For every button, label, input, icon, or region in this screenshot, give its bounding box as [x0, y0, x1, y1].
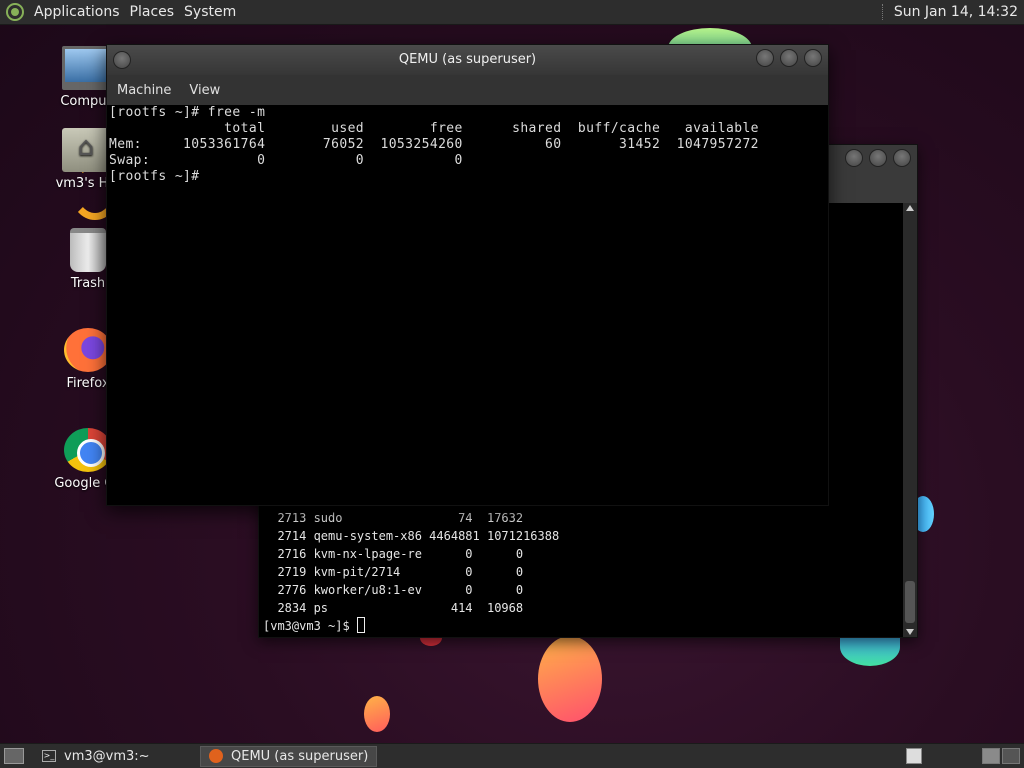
wallpaper-bubble [364, 696, 390, 732]
menu-applications[interactable]: Applications [32, 4, 128, 20]
vm-console-line: [rootfs ~]# free -m [109, 105, 266, 120]
terminal-scrollbar[interactable] [903, 203, 917, 637]
close-button[interactable] [893, 149, 911, 167]
scrollbar-thumb[interactable] [905, 581, 915, 623]
qemu-title: QEMU (as superuser) [398, 52, 537, 67]
qemu-window[interactable]: QEMU (as superuser) Machine View [rootfs… [106, 44, 829, 506]
terminal-prompt: [vm3@vm3 ~]$ [263, 619, 357, 633]
qemu-menubar: Machine View [107, 75, 828, 105]
wallpaper-bubble [538, 636, 602, 722]
taskbar-item-terminal[interactable]: >_ vm3@vm3:~ [34, 746, 194, 767]
top-panel: Applications Places System Sun Jan 14, 1… [0, 0, 1024, 25]
terminal-line: 2713 sudo 74 17632 [263, 511, 524, 525]
terminal-prompt-line[interactable]: [vm3@vm3 ~]$ [263, 617, 903, 635]
bottom-taskbar: >_ vm3@vm3:~ QEMU (as superuser) [0, 743, 1024, 768]
window-menu-button[interactable] [113, 51, 131, 69]
qemu-vm-screen[interactable]: [rootfs ~]# free -m total used free shar… [107, 105, 828, 505]
terminal-line: 2716 kvm-nx-lpage-re 0 0 [263, 547, 524, 561]
scroll-down-icon[interactable] [906, 629, 914, 635]
minimize-button[interactable] [756, 49, 774, 67]
vm-console-line: Mem: 1053361764 76052 1053254260 60 3145… [109, 137, 759, 152]
qemu-icon [209, 749, 223, 763]
taskbar-item-qemu[interactable]: QEMU (as superuser) [200, 745, 378, 767]
scroll-up-icon[interactable] [906, 205, 914, 211]
menu-machine[interactable]: Machine [117, 83, 171, 98]
vm-console-line: [rootfs ~]# [109, 169, 200, 184]
show-desktop-icon[interactable] [4, 748, 24, 764]
home-folder-icon [62, 128, 110, 172]
panel-separator [881, 4, 884, 20]
vm-console-line: Swap: 0 0 0 [109, 153, 463, 168]
qemu-titlebar[interactable]: QEMU (as superuser) [107, 45, 828, 75]
taskbar-item-label: QEMU (as superuser) [231, 748, 369, 764]
menu-system[interactable]: System [182, 4, 244, 20]
terminal-line: 2719 kvm-pit/2714 0 0 [263, 565, 524, 579]
menu-places[interactable]: Places [128, 4, 183, 20]
maximize-button[interactable] [780, 49, 798, 67]
text-cursor [356, 617, 365, 633]
terminal-icon: >_ [42, 750, 56, 762]
workspace-1[interactable] [982, 748, 1000, 764]
terminal-line: 2834 ps 414 10968 [263, 601, 524, 615]
menu-view[interactable]: View [189, 83, 220, 98]
chrome-icon [64, 428, 112, 472]
vm-console-line: total used free shared buff/cache availa… [109, 121, 759, 136]
computer-icon [62, 46, 110, 90]
firefox-icon [64, 328, 112, 372]
minimize-button[interactable] [845, 149, 863, 167]
maximize-button[interactable] [869, 149, 887, 167]
workspace-2[interactable] [1002, 748, 1020, 764]
trash-icon [70, 228, 106, 272]
workspace-switcher[interactable] [982, 748, 1020, 764]
close-button[interactable] [804, 49, 822, 67]
terminal-line: 2776 kworker/u8:1-ev 0 0 [263, 583, 524, 597]
taskbar-item-label: vm3@vm3:~ [64, 748, 150, 764]
distro-logo-icon[interactable] [6, 3, 24, 21]
terminal-line: 2714 qemu-system-x86 4464881 1071216388 [263, 529, 560, 543]
clock[interactable]: Sun Jan 14, 14:32 [894, 4, 1024, 20]
trash-applet-icon[interactable] [906, 748, 922, 764]
